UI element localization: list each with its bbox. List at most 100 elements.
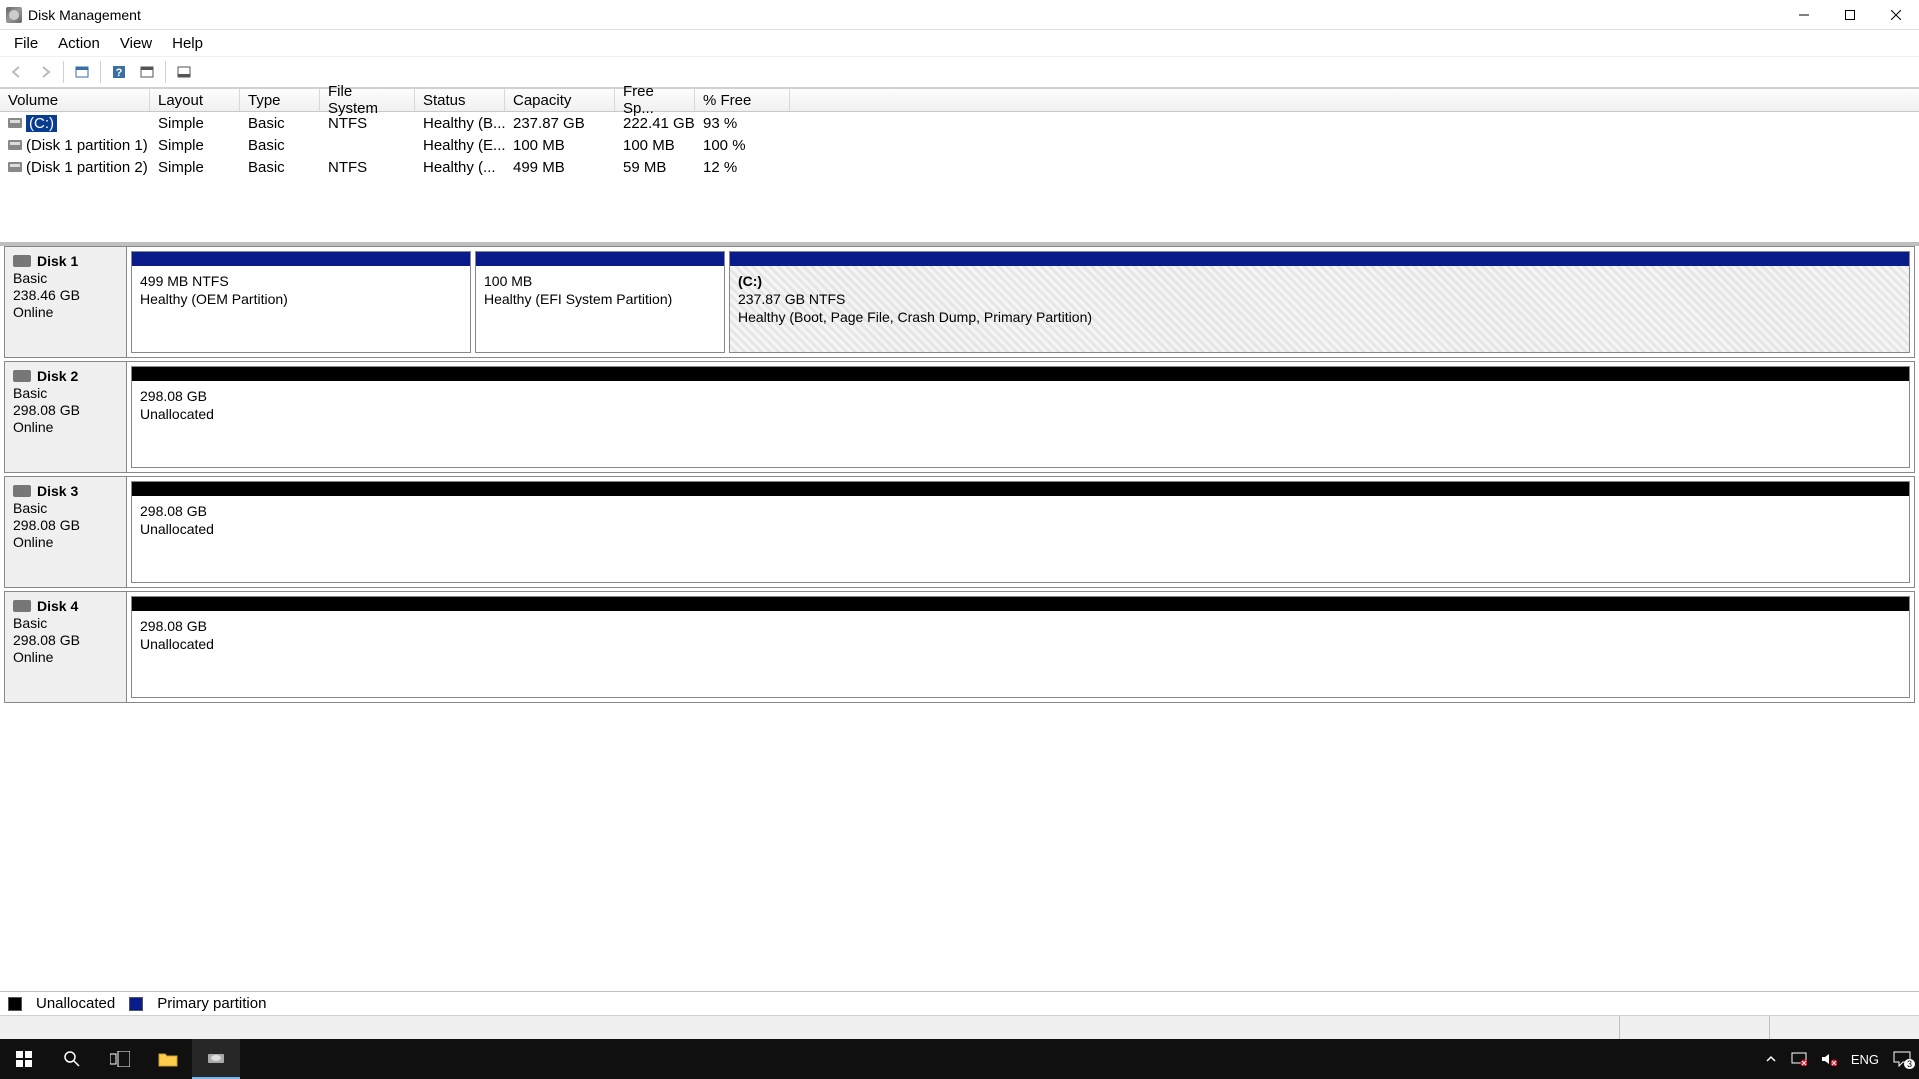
cell-type: Basic [240, 159, 320, 176]
volume-row[interactable]: (Disk 1 partition 2)SimpleBasicNTFSHealt… [0, 156, 1919, 178]
partition-block[interactable]: (C:)237.87 GB NTFSHealthy (Boot, Page Fi… [729, 251, 1910, 353]
graphical-view: Disk 1Basic238.46 GBOnline499 MB NTFSHea… [0, 244, 1919, 1015]
settings-top-button[interactable] [134, 59, 160, 85]
disk-partitions: 499 MB NTFSHealthy (OEM Partition)100 MB… [127, 247, 1914, 357]
volume-row[interactable]: (Disk 1 partition 1)SimpleBasicHealthy (… [0, 134, 1919, 156]
unallocated-space[interactable]: 298.08 GBUnallocated [131, 596, 1910, 698]
col-header-capacity[interactable]: Capacity [505, 89, 615, 111]
volume-list-header: Volume Layout Type File System Status Ca… [0, 88, 1919, 112]
action-center-icon[interactable]: 3 [1893, 1051, 1911, 1067]
partition-stripe [132, 252, 470, 266]
col-header-volume[interactable]: Volume [0, 89, 150, 111]
svg-text:?: ? [116, 67, 123, 79]
partition-line2: Healthy (OEM Partition) [140, 290, 462, 308]
legend-unallocated-label: Unallocated [36, 995, 115, 1012]
close-button[interactable] [1873, 0, 1919, 30]
refresh-button[interactable] [69, 59, 95, 85]
partition-block[interactable]: 100 MBHealthy (EFI System Partition) [475, 251, 725, 353]
disk-partitions: 298.08 GBUnallocated [127, 362, 1914, 472]
maximize-button[interactable] [1827, 0, 1873, 30]
disk-size: 298.08 GB [13, 402, 118, 418]
disk-map[interactable]: Disk 1Basic238.46 GBOnline499 MB NTFSHea… [0, 244, 1919, 991]
disk-size: 298.08 GB [13, 517, 118, 533]
legend-primary-label: Primary partition [157, 995, 266, 1012]
unallocated-space[interactable]: 298.08 GBUnallocated [131, 366, 1910, 468]
cell-free: 100 MB [615, 137, 695, 154]
col-header-status[interactable]: Status [415, 89, 505, 111]
partition-line1: 237.87 GB NTFS [738, 290, 1901, 308]
disk-management-taskbar-icon[interactable] [192, 1039, 240, 1079]
partition-line1: 298.08 GB [140, 387, 1901, 405]
toolbar-separator [63, 61, 64, 83]
help-button[interactable]: ? [106, 59, 132, 85]
cell-filesystem: NTFS [320, 159, 415, 176]
partition-body: 298.08 GBUnallocated [132, 496, 1909, 582]
toolbar-separator [165, 61, 166, 83]
volume-icon[interactable] [1821, 1052, 1837, 1066]
disk-partitions: 298.08 GBUnallocated [127, 477, 1914, 587]
partition-body: 298.08 GBUnallocated [132, 611, 1909, 697]
disk-row: Disk 2Basic298.08 GBOnline298.08 GBUnall… [4, 361, 1915, 473]
volume-row[interactable]: (C:)SimpleBasicNTFSHealthy (B...237.87 G… [0, 112, 1919, 134]
partition-stripe [132, 367, 1909, 381]
col-header-type[interactable]: Type [240, 89, 320, 111]
toolbar-separator [100, 61, 101, 83]
menu-action[interactable]: Action [48, 33, 110, 54]
partition-stripe [730, 252, 1909, 266]
disk-row: Disk 3Basic298.08 GBOnline298.08 GBUnall… [4, 476, 1915, 588]
tray-chevron-icon[interactable] [1765, 1053, 1777, 1065]
menu-file[interactable]: File [4, 33, 48, 54]
partition-block[interactable]: 499 MB NTFSHealthy (OEM Partition) [131, 251, 471, 353]
col-header-percent[interactable]: % Free [695, 89, 790, 111]
cell-type: Basic [240, 137, 320, 154]
partition-line2: Unallocated [140, 520, 1901, 538]
network-icon[interactable] [1791, 1052, 1807, 1066]
back-button [4, 59, 30, 85]
disk-size: 238.46 GB [13, 287, 118, 303]
cell-percent: 12 % [695, 159, 790, 176]
cell-type: Basic [240, 115, 320, 132]
menu-view[interactable]: View [110, 33, 162, 54]
disk-info[interactable]: Disk 3Basic298.08 GBOnline [5, 477, 127, 587]
disk-type: Basic [13, 270, 118, 286]
partition-stripe [476, 252, 724, 266]
volume-icon [8, 140, 22, 150]
settings-bottom-button[interactable] [171, 59, 197, 85]
titlebar: Disk Management [0, 0, 1919, 30]
task-view-icon[interactable] [96, 1039, 144, 1079]
volume-list-body[interactable]: (C:)SimpleBasicNTFSHealthy (B...237.87 G… [0, 112, 1919, 242]
volume-label: (C:) [26, 115, 57, 132]
partition-title: (C:) [738, 272, 1901, 290]
file-explorer-icon[interactable] [144, 1039, 192, 1079]
disk-name: Disk 2 [13, 368, 118, 384]
volume-list: Volume Layout Type File System Status Ca… [0, 88, 1919, 244]
cell-status: Healthy (E... [415, 137, 505, 154]
partition-body: 499 MB NTFSHealthy (OEM Partition) [132, 266, 470, 352]
menu-help[interactable]: Help [162, 33, 213, 54]
status-bar [0, 1015, 1919, 1039]
cell-status: Healthy (B... [415, 115, 505, 132]
partition-line2: Healthy (EFI System Partition) [484, 290, 716, 308]
disk-info[interactable]: Disk 1Basic238.46 GBOnline [5, 247, 127, 357]
start-button[interactable] [0, 1039, 48, 1079]
col-header-free[interactable]: Free Sp... [615, 89, 695, 111]
partition-stripe [132, 482, 1909, 496]
disk-partitions: 298.08 GBUnallocated [127, 592, 1914, 702]
disk-info[interactable]: Disk 4Basic298.08 GBOnline [5, 592, 127, 702]
partition-stripe [132, 597, 1909, 611]
col-header-filesystem[interactable]: File System [320, 89, 415, 111]
cell-free: 59 MB [615, 159, 695, 176]
search-icon[interactable] [48, 1039, 96, 1079]
cell-percent: 100 % [695, 137, 790, 154]
partition-body: (C:)237.87 GB NTFSHealthy (Boot, Page Fi… [730, 266, 1909, 352]
unallocated-space[interactable]: 298.08 GBUnallocated [131, 481, 1910, 583]
col-header-layout[interactable]: Layout [150, 89, 240, 111]
cell-free: 222.41 GB [615, 115, 695, 132]
disk-name: Disk 4 [13, 598, 118, 614]
language-indicator[interactable]: ENG [1851, 1052, 1879, 1067]
minimize-button[interactable] [1781, 0, 1827, 30]
disk-status: Online [13, 419, 118, 435]
disk-size: 298.08 GB [13, 632, 118, 648]
cell-filesystem: NTFS [320, 115, 415, 132]
disk-info[interactable]: Disk 2Basic298.08 GBOnline [5, 362, 127, 472]
